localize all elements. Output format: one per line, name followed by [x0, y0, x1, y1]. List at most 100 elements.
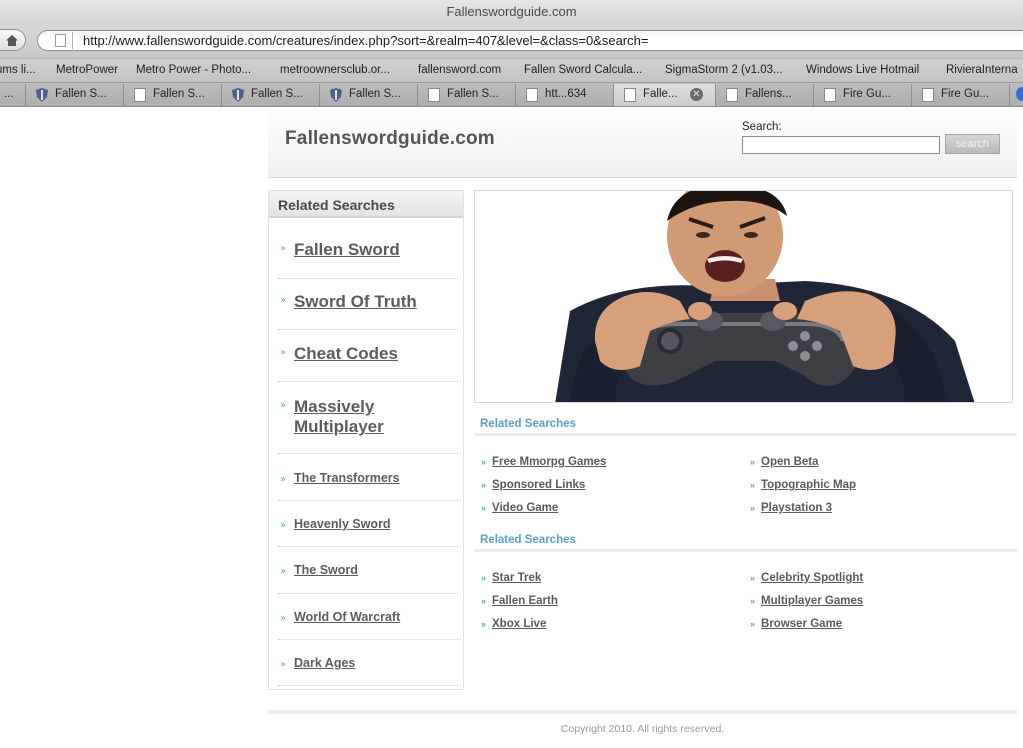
hero-gamer-image: [474, 190, 1013, 403]
copyright-text: Copyright 2010. All rights reserved.: [560, 723, 725, 735]
sidebar-link-item: » The Sword: [278, 547, 460, 594]
bookmarks-bar: ums li... MetroPower Metro Power - Photo…: [0, 58, 1023, 82]
address-url[interactable]: http://www.fallenswordguide.com/creature…: [83, 33, 648, 48]
page-footer: Copyright 2010. All rights reserved.: [268, 710, 1017, 748]
related-link[interactable]: » Celebrity Spotlight: [750, 572, 863, 584]
bullet-icon: »: [750, 573, 756, 583]
sidebar-link-item: » Fallen Sword: [278, 223, 460, 279]
bullet-icon: »: [481, 503, 487, 513]
browser-tab[interactable]: htt...634: [516, 84, 614, 106]
window-titlebar: Fallenswordguide.com: [0, 0, 1023, 25]
sidebar-link-item: » The Transformers: [278, 454, 460, 501]
sidebar-link[interactable]: Cheat Codes: [294, 344, 398, 364]
related-link[interactable]: » Fallen Earth: [481, 595, 558, 607]
bullet-icon: »: [280, 295, 287, 306]
browser-tab[interactable]: ...: [0, 84, 26, 106]
page-icon: [624, 88, 636, 102]
related-link-text[interactable]: Star Trek: [492, 572, 541, 584]
sidebar-link[interactable]: The Sword: [294, 563, 358, 578]
search-button[interactable]: search: [945, 134, 1000, 154]
tab-label: ...: [4, 88, 14, 100]
search-input[interactable]: [742, 136, 940, 154]
home-button[interactable]: [0, 29, 26, 51]
bullet-icon: »: [280, 400, 287, 411]
browser-tab[interactable]: Fallen S...: [418, 84, 516, 106]
related-link[interactable]: » Xbox Live: [481, 618, 546, 630]
tab-label: Fallen S...: [55, 88, 107, 100]
bullet-icon: »: [280, 520, 287, 531]
related-link[interactable]: » Sponsored Links: [481, 479, 585, 491]
browser-tab-active[interactable]: Falle... ✕: [614, 84, 716, 106]
bullet-icon: »: [481, 480, 487, 490]
site-logo[interactable]: Fallenswordguide.com: [285, 128, 495, 150]
sidebar-link[interactable]: Fallen Sword: [294, 240, 400, 260]
related-link-text[interactable]: Browser Game: [761, 618, 842, 630]
close-icon[interactable]: ✕: [690, 88, 703, 101]
browser-tab[interactable]: Fire Gu...: [814, 84, 912, 106]
browser-tab[interactable]: Fire Gu...: [912, 84, 1010, 106]
sidebar-link[interactable]: Heavenly Sword: [294, 517, 391, 532]
related-link-text[interactable]: Playstation 3: [761, 502, 832, 514]
bookmark-item[interactable]: fallensword.com: [418, 64, 501, 76]
sidebar-link[interactable]: Dark Ages: [294, 656, 355, 671]
related-link[interactable]: » Star Trek: [481, 572, 541, 584]
window-title: Fallenswordguide.com: [446, 4, 577, 19]
page-icon: [134, 88, 146, 102]
related-searches-sidebar: Related Searches » Fallen Sword » Sword …: [268, 190, 464, 690]
tab-label: Fire Gu...: [941, 88, 989, 100]
related-link-text[interactable]: Free Mmorpg Games: [492, 456, 606, 468]
bookmark-item[interactable]: Metro Power - Photo...: [136, 64, 251, 76]
browser-tab[interactable]: Fallen S...: [320, 84, 418, 106]
page-icon: [428, 88, 440, 102]
browser-tab[interactable]: Fallen S...: [124, 84, 222, 106]
related-link[interactable]: » Open Beta: [750, 456, 819, 468]
page-icon: [922, 88, 934, 102]
tab-label: Falle...: [643, 88, 678, 100]
related-link-text[interactable]: Sponsored Links: [492, 479, 585, 491]
bookmark-item[interactable]: Fallen Sword Calcula...: [524, 64, 642, 76]
related-link-text[interactable]: Fallen Earth: [492, 595, 558, 607]
browser-tab[interactable]: Fallen S...: [222, 84, 320, 106]
tab-label: Fallen S...: [349, 88, 401, 100]
related-link[interactable]: » Topographic Map: [750, 479, 856, 491]
bookmark-item[interactable]: Windows Live Hotmail: [806, 64, 919, 76]
browser-tab[interactable]: Fallen S...: [26, 84, 124, 106]
related-link-text[interactable]: Multiplayer Games: [761, 595, 863, 607]
tab-label: Fallens...: [745, 88, 792, 100]
related-link[interactable]: » Multiplayer Games: [750, 595, 863, 607]
related-link-text[interactable]: Celebrity Spotlight: [761, 572, 863, 584]
page-icon: [824, 88, 836, 102]
related-link[interactable]: » Playstation 3: [750, 502, 832, 514]
address-bar[interactable]: http://www.fallenswordguide.com/creature…: [37, 30, 1023, 51]
bookmark-item[interactable]: MetroPower: [56, 64, 118, 76]
tab-overflow-icon[interactable]: [1016, 87, 1023, 101]
tab-label: htt...634: [545, 88, 587, 100]
sidebar-link[interactable]: The Transformers: [294, 471, 400, 486]
related-link-text[interactable]: Xbox Live: [492, 618, 546, 630]
tab-label: Fallen S...: [447, 88, 499, 100]
browser-tab[interactable]: Fallens...: [716, 84, 814, 106]
sidebar-link[interactable]: World Of Warcraft: [294, 610, 400, 625]
bullet-icon: »: [750, 457, 756, 467]
bullet-icon: »: [481, 573, 487, 583]
related-link-text[interactable]: Video Game: [492, 502, 558, 514]
sidebar-link[interactable]: Sword Of Truth: [294, 292, 417, 312]
bookmark-item[interactable]: RivieraInterna: [946, 64, 1018, 76]
bullet-icon: »: [280, 613, 287, 624]
related-link[interactable]: » Video Game: [481, 502, 558, 514]
related-link[interactable]: » Free Mmorpg Games: [481, 456, 606, 468]
bookmark-item[interactable]: ums li...: [0, 64, 36, 76]
related-link[interactable]: » Browser Game: [750, 618, 842, 630]
related-link-text[interactable]: Open Beta: [761, 456, 819, 468]
bullet-icon: »: [481, 619, 487, 629]
bullet-icon: »: [280, 347, 287, 358]
home-icon: [6, 35, 18, 46]
bookmark-item[interactable]: metroownersclub.or...: [280, 64, 390, 76]
sidebar-link[interactable]: Massively Multiplayer: [294, 397, 414, 438]
bullet-icon: »: [481, 596, 487, 606]
sidebar-title: Related Searches: [278, 197, 395, 213]
sidebar-link-item: » Dark Ages: [278, 640, 460, 686]
bookmark-item[interactable]: SigmaStorm 2 (v1.03...: [665, 64, 783, 76]
bullet-icon: »: [280, 659, 287, 670]
related-link-text[interactable]: Topographic Map: [761, 479, 856, 491]
